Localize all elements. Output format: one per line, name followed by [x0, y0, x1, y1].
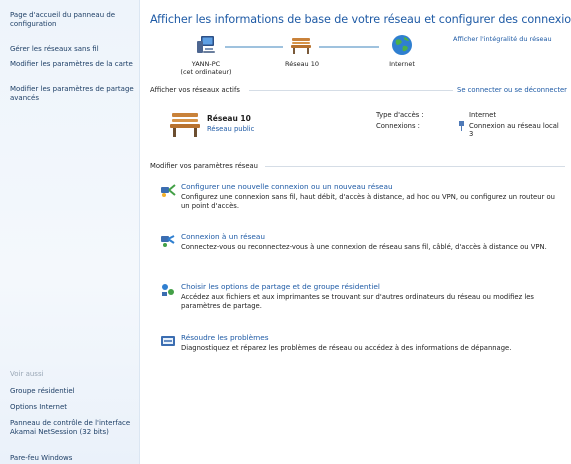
access-type-value: Internet	[469, 111, 496, 119]
sidebar-link-adapter-settings[interactable]: Modifier les paramètres de la carte	[10, 60, 138, 69]
connection-link[interactable]: Connexion au réseau local	[469, 122, 559, 130]
see-also-heading: Voir aussi	[10, 370, 44, 378]
map-computer-sub: (cet ordinateur)	[180, 68, 232, 76]
troubleshoot-icon	[161, 336, 175, 346]
sharing-options-desc: Accédez aux fichiers et aux imprimantes …	[181, 293, 534, 310]
see-also-homegroup[interactable]: Groupe résidentiel	[10, 387, 138, 396]
map-network-name: Réseau 10	[284, 60, 320, 68]
setup-connection-icon	[161, 184, 176, 197]
modify-settings-heading: Modifier vos paramètres réseau	[150, 162, 258, 170]
active-network-bench-icon[interactable]	[169, 110, 201, 138]
connection-link-number[interactable]: 3	[469, 130, 473, 138]
network-type-link[interactable]: Réseau public	[207, 125, 254, 133]
sidebar-link-control-panel-home[interactable]: Page d'accueil du panneau de configurati…	[10, 11, 138, 29]
troubleshoot-link[interactable]: Résoudre les problèmes	[181, 333, 269, 342]
ethernet-icon	[459, 121, 464, 131]
connect-network-desc: Connectez-vous ou reconnectez-vous à une…	[181, 243, 547, 251]
see-also-akamai-netsession[interactable]: Panneau de contrôle de l'interface Akama…	[10, 419, 138, 437]
setup-connection-link[interactable]: Configurer une nouvelle connexion ou un …	[181, 182, 393, 191]
homegroup-sharing-icon	[162, 284, 174, 296]
setup-connection-desc: Configurez une connexion sans fil, haut …	[181, 193, 555, 210]
section-divider	[249, 90, 453, 91]
sharing-options-link[interactable]: Choisir les options de partage et de gro…	[181, 282, 380, 291]
connect-network-link[interactable]: Connexion à un réseau	[181, 232, 265, 241]
main-content: Afficher les informations de base de vot…	[147, 0, 571, 464]
sidebar: Page d'accueil du panneau de configurati…	[0, 0, 140, 464]
map-internet-label: Internet	[389, 60, 415, 68]
see-also-internet-options[interactable]: Options Internet	[10, 403, 138, 412]
bench-network-icon[interactable]	[290, 35, 312, 55]
connect-network-icon	[161, 235, 175, 247]
sidebar-link-manage-wireless[interactable]: Gérer les réseaux sans fil	[10, 45, 138, 54]
sidebar-link-advanced-sharing[interactable]: Modifier les paramètres de partage avanc…	[10, 85, 138, 103]
connect-disconnect-link[interactable]: Se connecter ou se déconnecter	[457, 86, 567, 94]
see-also-windows-firewall[interactable]: Pare-feu Windows	[10, 454, 138, 463]
map-connector-line	[319, 46, 379, 48]
connections-label: Connexions :	[376, 122, 420, 130]
access-type-label: Type d'accès :	[376, 111, 424, 119]
section-divider	[265, 166, 565, 167]
computer-icon[interactable]	[195, 35, 217, 55]
troubleshoot-desc: Diagnostiquez et réparez les problèmes d…	[181, 344, 512, 352]
globe-internet-icon[interactable]	[391, 34, 413, 56]
network-map: YANN-PC (cet ordinateur) Réseau 10 Inter…	[147, 33, 447, 85]
map-computer-name: YANN-PC	[191, 60, 221, 68]
page-title: Afficher les informations de base de vot…	[150, 13, 571, 26]
active-networks-heading: Afficher vos réseaux actifs	[150, 86, 240, 94]
active-network-name: Réseau 10	[207, 114, 251, 123]
full-map-link[interactable]: Afficher l'intégralité du réseau	[453, 35, 552, 43]
map-connector-line	[225, 46, 283, 48]
